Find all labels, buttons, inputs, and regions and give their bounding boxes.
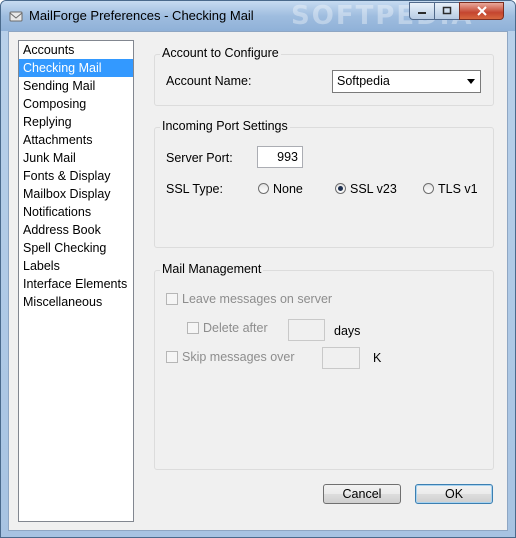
close-icon: [476, 6, 487, 16]
preferences-window: MailForge Preferences - Checking Mail SO…: [0, 0, 516, 538]
skip-messages-checkbox[interactable]: [166, 351, 178, 363]
delete-after-label[interactable]: Delete after: [203, 321, 268, 335]
sidebar-item-replying[interactable]: Replying: [19, 113, 133, 131]
days-label: days: [334, 324, 361, 338]
sidebar-item-interface-elements[interactable]: Interface Elements: [19, 275, 133, 293]
chevron-down-icon: [467, 79, 475, 84]
sidebar-item-mailbox-display[interactable]: Mailbox Display: [19, 185, 133, 203]
ssl-type-label: SSL Type:: [166, 182, 223, 196]
port-group-title: Incoming Port Settings: [160, 119, 290, 133]
category-list[interactable]: Accounts Checking Mail Sending Mail Comp…: [18, 40, 134, 522]
tls-v1-label[interactable]: TLS v1: [438, 182, 478, 196]
sidebar-item-accounts[interactable]: Accounts: [19, 41, 133, 59]
server-port-input[interactable]: 993: [257, 146, 303, 168]
leave-messages-label[interactable]: Leave messages on server: [182, 292, 332, 306]
sidebar-item-miscellaneous[interactable]: Miscellaneous: [19, 293, 133, 311]
sidebar-item-labels[interactable]: Labels: [19, 257, 133, 275]
maximize-icon: [442, 6, 452, 15]
sidebar-item-fonts-display[interactable]: Fonts & Display: [19, 167, 133, 185]
sidebar-item-spell-checking[interactable]: Spell Checking: [19, 239, 133, 257]
server-port-label: Server Port:: [166, 151, 233, 165]
app-icon: [9, 11, 23, 22]
close-button[interactable]: [459, 2, 504, 20]
ssl-none-radio[interactable]: [258, 183, 269, 194]
skip-messages-label[interactable]: Skip messages over: [182, 350, 295, 364]
sidebar-item-checking-mail[interactable]: Checking Mail: [19, 59, 133, 77]
ok-button[interactable]: OK: [415, 484, 493, 504]
sidebar-item-composing[interactable]: Composing: [19, 95, 133, 113]
delete-after-days-input[interactable]: [288, 319, 325, 341]
account-name-label: Account Name:: [166, 74, 252, 88]
sidebar-item-notifications[interactable]: Notifications: [19, 203, 133, 221]
cancel-button[interactable]: Cancel: [323, 484, 401, 504]
account-name-value: Softpedia: [337, 74, 390, 88]
k-label: K: [373, 351, 382, 365]
maximize-button[interactable]: [434, 2, 460, 20]
leave-messages-checkbox[interactable]: [166, 293, 178, 305]
ssl-none-label[interactable]: None: [273, 182, 303, 196]
delete-after-checkbox[interactable]: [187, 322, 199, 334]
minimize-icon: [418, 12, 426, 14]
ssl-v23-radio[interactable]: [335, 183, 346, 194]
ssl-v23-label[interactable]: SSL v23: [350, 182, 397, 196]
sidebar-item-address-book[interactable]: Address Book: [19, 221, 133, 239]
window-title: MailForge Preferences - Checking Mail: [29, 8, 254, 23]
tls-v1-radio[interactable]: [423, 183, 434, 194]
account-name-dropdown[interactable]: Softpedia: [332, 70, 481, 93]
minimize-button[interactable]: [409, 2, 435, 20]
skip-messages-size-input[interactable]: [322, 347, 360, 369]
sidebar-item-attachments[interactable]: Attachments: [19, 131, 133, 149]
mail-management-title: Mail Management: [160, 262, 264, 276]
sidebar-item-sending-mail[interactable]: Sending Mail: [19, 77, 133, 95]
sidebar-item-junk-mail[interactable]: Junk Mail: [19, 149, 133, 167]
title-bar[interactable]: MailForge Preferences - Checking Mail SO…: [1, 1, 515, 31]
account-group-title: Account to Configure: [160, 46, 281, 60]
dialog-body: Accounts Checking Mail Sending Mail Comp…: [8, 31, 508, 531]
